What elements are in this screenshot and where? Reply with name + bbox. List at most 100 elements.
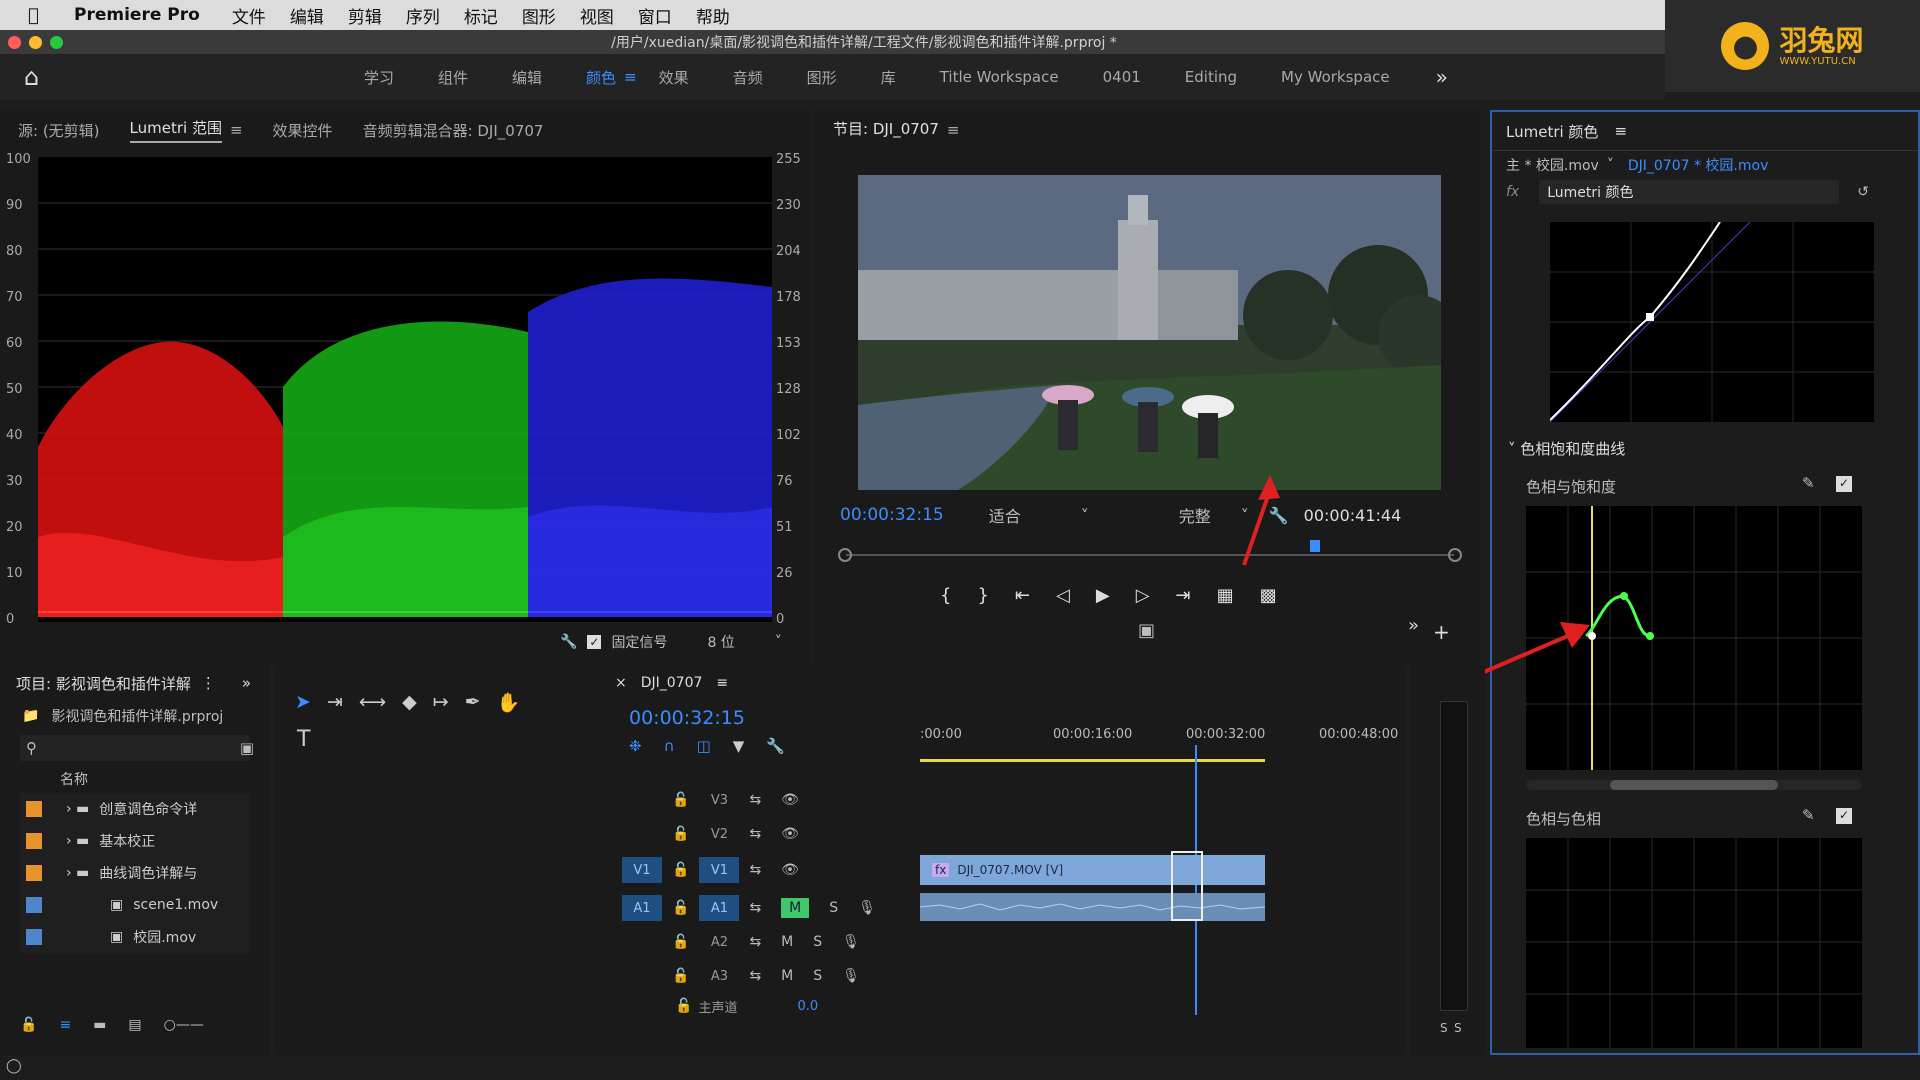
workspace-editing-cn[interactable]: 编辑 [512, 67, 542, 88]
tab-source[interactable]: 源: (无剪辑) [18, 120, 100, 141]
workspace-audio[interactable]: 音频 [733, 67, 763, 88]
eyedropper-icon[interactable]: ✎ [1802, 806, 1815, 824]
lock-icon[interactable]: 🔓 [672, 792, 689, 808]
program-timecode[interactable]: 00:00:32:15 [840, 505, 944, 525]
sync-lock-icon[interactable]: ⇆ [749, 968, 761, 984]
clamp-checkbox[interactable]: ✓ [587, 635, 602, 649]
lock-icon[interactable]: 🔓 [20, 1017, 37, 1033]
wrench-icon[interactable]: 🔧 [766, 737, 785, 755]
track-target[interactable]: A2 [699, 929, 739, 955]
microphone-icon[interactable]: 🎙 [842, 968, 860, 984]
minimize-window-button[interactable] [29, 35, 42, 49]
tab-lumetri-scopes[interactable]: Lumetri 范围 [129, 117, 222, 143]
pen-tool-icon[interactable]: ✒ [465, 691, 481, 714]
play-icon[interactable]: ▶ [1096, 585, 1110, 606]
workspace-learn[interactable]: 学习 [364, 67, 394, 88]
list-item[interactable]: ▣ scene1.mov [20, 889, 250, 921]
workspace-assembly[interactable]: 组件 [438, 67, 468, 88]
panel-menu-icon[interactable]: ≡ [1614, 122, 1627, 140]
list-view-icon[interactable]: ≡ [59, 1017, 71, 1033]
solo-button[interactable]: S [829, 900, 838, 916]
workspace-menu-icon[interactable]: ≡ [624, 68, 637, 86]
list-item[interactable]: ▣ 校园.mov [20, 921, 250, 953]
lumetri-title[interactable]: Lumetri 颜色 [1506, 121, 1598, 142]
panel-menu-icon[interactable]: ⋮ [201, 674, 216, 692]
master-volume[interactable]: 0.0 [797, 999, 818, 1014]
track-target[interactable]: A1 [699, 895, 740, 921]
timeline-ruler[interactable]: :00:00 00:00:16:00 00:00:32:00 00:00:48:00 [920, 727, 1398, 757]
menu-sequence[interactable]: 序列 [406, 3, 440, 28]
sync-lock-icon[interactable]: ⇆ [749, 900, 761, 916]
panel-menu-icon[interactable]: ≡ [716, 675, 728, 691]
label-color-swatch[interactable] [26, 865, 42, 881]
maximize-window-button[interactable] [50, 35, 63, 49]
timeline-timecode[interactable]: 00:00:32:15 [629, 707, 745, 729]
curve-control-point[interactable] [1646, 632, 1654, 640]
menu-clip[interactable]: 剪辑 [348, 3, 382, 28]
menu-window[interactable]: 窗口 [638, 3, 672, 28]
chevron-down-icon[interactable]: ˅ [1607, 157, 1614, 173]
workspace-effects[interactable]: 效果 [659, 67, 689, 88]
solo-button[interactable]: S [813, 934, 822, 950]
reset-icon[interactable]: ↺ [1857, 184, 1869, 200]
workspace-color[interactable]: 颜色 [586, 67, 616, 88]
microphone-icon[interactable]: 🎙 [858, 900, 876, 916]
mute-button[interactable]: M [781, 968, 793, 984]
list-item[interactable]: › ▬ 基本校正 [20, 825, 250, 857]
panel-menu-icon[interactable]: ≡ [947, 121, 960, 139]
lock-icon[interactable]: 🔓 [672, 968, 689, 984]
track-target[interactable]: A3 [699, 963, 739, 989]
solo-left[interactable]: S [1440, 1021, 1448, 1035]
transition-marker[interactable] [1171, 851, 1203, 921]
curve-scrollbar[interactable] [1526, 780, 1862, 790]
snap-icon[interactable]: ∩ [664, 737, 675, 755]
selection-tool-icon[interactable]: ➤ [295, 691, 311, 714]
work-area-bar[interactable] [920, 759, 1265, 762]
list-item[interactable]: › ▬ 创意调色命令详 [20, 793, 250, 825]
razor-tool-icon[interactable]: ◆ [402, 691, 417, 714]
master-clip-label[interactable]: 主 * 校园.mov [1506, 155, 1599, 175]
more-panels-icon[interactable]: » [242, 674, 251, 692]
sequence-clip-label[interactable]: DJI_0707 * 校园.mov [1628, 155, 1769, 175]
label-color-swatch[interactable] [26, 833, 42, 849]
track-target[interactable]: V2 [699, 821, 739, 847]
workspace-overflow-button[interactable]: » [1436, 65, 1448, 89]
hue-vs-hue-graph[interactable] [1526, 838, 1862, 1048]
ripple-edit-tool-icon[interactable]: ⟷ [359, 691, 386, 714]
curve2-checkbox[interactable]: ✓ [1836, 808, 1852, 824]
source-patch[interactable] [622, 929, 662, 955]
workspace-graphics[interactable]: 图形 [807, 67, 837, 88]
home-icon[interactable]: ⌂ [24, 63, 52, 91]
list-item[interactable]: › ▬ 曲线调色详解与 [20, 857, 250, 889]
sync-lock-icon[interactable]: ⇆ [749, 934, 761, 950]
workspace-title[interactable]: Title Workspace [940, 68, 1059, 86]
workspace-0401[interactable]: 0401 [1103, 68, 1141, 86]
project-title[interactable]: 项目: 影视调色和插件详解 [16, 673, 191, 694]
source-patch[interactable] [622, 963, 662, 989]
source-patch[interactable] [622, 787, 662, 813]
track-target[interactable]: V3 [699, 787, 739, 813]
project-search-input[interactable]: ⚲ ▣ [20, 735, 254, 761]
source-patch[interactable]: V1 [622, 857, 662, 883]
extract-icon[interactable]: ▩ [1260, 585, 1277, 606]
mute-button[interactable]: M [781, 934, 793, 950]
lock-icon[interactable]: 🔓 [672, 934, 689, 950]
program-scrubber[interactable] [838, 540, 1462, 562]
label-color-swatch[interactable] [26, 929, 42, 945]
video-clip[interactable]: fx DJI_0707.MOV [V] [920, 855, 1265, 885]
chevron-down-icon[interactable]: ˅ [1081, 506, 1089, 525]
lock-icon[interactable]: 🔓 [672, 826, 689, 842]
menu-edit[interactable]: 编辑 [290, 3, 324, 28]
curve-control-point[interactable] [1646, 313, 1654, 321]
lock-icon[interactable]: 🔓 [672, 862, 689, 878]
more-controls-icon[interactable]: » [1408, 615, 1419, 636]
column-name[interactable]: 名称 [20, 769, 250, 789]
zoom-slider[interactable]: ○—— [164, 1017, 204, 1033]
app-name[interactable]: Premiere Pro [74, 5, 200, 25]
track-target[interactable]: V1 [699, 857, 740, 883]
source-patch[interactable]: A1 [622, 895, 662, 921]
workspace-my[interactable]: My Workspace [1281, 68, 1390, 86]
eye-icon[interactable]: 👁 [781, 862, 799, 878]
freeform-view-icon[interactable]: ▤ [128, 1017, 141, 1033]
playhead-marker[interactable] [1310, 540, 1320, 552]
